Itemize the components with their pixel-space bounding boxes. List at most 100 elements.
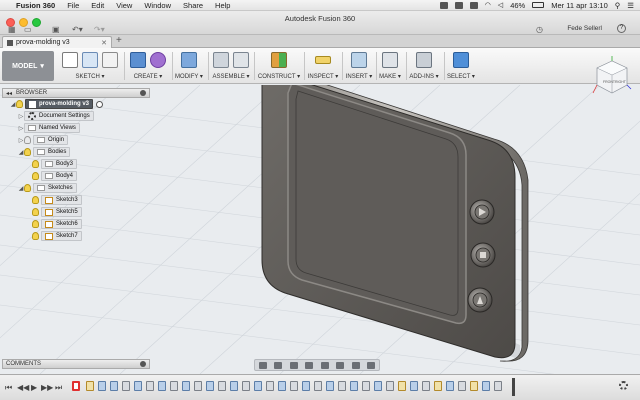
make-3d-print-icon[interactable] xyxy=(382,52,398,68)
go-to-end-icon[interactable]: ⏭ xyxy=(55,383,62,393)
timeline-feature-sketch[interactable] xyxy=(86,381,94,391)
timeline-feature-extrude[interactable] xyxy=(278,381,286,391)
timeline-feature-move[interactable] xyxy=(146,381,154,391)
viewcube[interactable]: FRONT RIGHT xyxy=(592,55,632,100)
timeline-feature-extrude[interactable] xyxy=(302,381,310,391)
menu-help[interactable]: Help xyxy=(209,1,236,10)
timeline-feature-extrude[interactable] xyxy=(230,381,238,391)
timeline-feature-extrude[interactable] xyxy=(374,381,382,391)
construct-plane-icon[interactable] xyxy=(271,52,287,68)
timeline-feature-sketch[interactable] xyxy=(434,381,442,391)
toolbar-group-modify[interactable]: MODIFY ▾ xyxy=(172,50,206,82)
sketch-stop-icon[interactable] xyxy=(102,52,118,68)
job-status-icon[interactable]: ◷ xyxy=(536,25,543,34)
collapse-icon[interactable]: ◂◂ xyxy=(6,90,12,97)
new-tab-button[interactable]: + xyxy=(116,35,122,46)
visibility-bulb-icon[interactable] xyxy=(32,232,39,240)
timeline-feature-extrude[interactable] xyxy=(446,381,454,391)
menu-edit[interactable]: Edit xyxy=(85,1,110,10)
timeline-feature-move[interactable] xyxy=(290,381,298,391)
timeline-feature-extrude[interactable] xyxy=(254,381,262,391)
assemble-joint-icon[interactable] xyxy=(233,52,249,68)
timeline-feature-extrude[interactable] xyxy=(350,381,358,391)
pin-icon[interactable] xyxy=(140,90,146,96)
help-icon[interactable]: ? xyxy=(617,24,626,33)
toolbar-group-select[interactable]: SELECT ▾ xyxy=(446,50,476,82)
document-tab[interactable]: prova-molding v3 ✕ xyxy=(2,36,112,48)
workspace-switcher[interactable]: MODEL ▾ xyxy=(2,51,54,81)
tree-root-node[interactable]: ◢ prova-molding v3 xyxy=(2,98,150,110)
data-panel-grid-icon[interactable]: ▦ xyxy=(8,25,16,34)
fit-icon[interactable] xyxy=(320,361,329,369)
modify-press-pull-icon[interactable] xyxy=(181,52,197,68)
redo-icon[interactable]: ↷▾ xyxy=(94,25,105,34)
toolbar-group-construct[interactable]: CONSTRUCT ▾ xyxy=(256,50,302,82)
toolbar-group-assemble[interactable]: ASSEMBLE ▾ xyxy=(210,50,252,82)
go-to-start-icon[interactable]: ⏮ xyxy=(5,383,12,393)
display-settings-icon[interactable] xyxy=(336,361,345,369)
viewports-icon[interactable] xyxy=(367,361,376,369)
timeline-feature-extrude[interactable] xyxy=(482,381,490,391)
close-tab-icon[interactable]: ✕ xyxy=(101,39,107,47)
visibility-bulb-icon[interactable] xyxy=(24,148,31,156)
menu-view[interactable]: View xyxy=(110,1,138,10)
toolbar-group-insert[interactable]: INSERT ▾ xyxy=(344,50,374,82)
tree-sketch6[interactable]: Sketch6 xyxy=(2,218,150,230)
battery-icon[interactable] xyxy=(532,2,545,8)
select-cursor-icon[interactable] xyxy=(453,52,469,68)
toolbar-group-sketch[interactable]: SKETCH ▾ xyxy=(60,50,120,82)
timeline-feature-move[interactable] xyxy=(362,381,370,391)
sketch-pencil-icon[interactable] xyxy=(62,52,78,68)
timeline-feature-move[interactable] xyxy=(386,381,394,391)
visibility-bulb-icon[interactable] xyxy=(32,208,39,216)
tree-sketch5[interactable]: Sketch5 xyxy=(2,206,150,218)
tree-bodies[interactable]: ◢ Bodies xyxy=(2,146,150,158)
spotlight-icon[interactable]: ⚲ xyxy=(615,1,621,10)
toolbar-group-create[interactable]: CREATE ▾ xyxy=(126,50,170,82)
toolbar-group-add-ins[interactable]: ADD-INS ▾ xyxy=(406,50,442,82)
save-icon[interactable]: ▣ xyxy=(52,25,60,34)
timeline-feature-sketch[interactable] xyxy=(398,381,406,391)
pan-icon[interactable] xyxy=(289,361,298,369)
play-icon[interactable]: ▶ xyxy=(31,383,37,392)
tree-sketches[interactable]: ◢ Sketches xyxy=(2,182,150,194)
datetime[interactable]: Mer 11 apr 13:10 xyxy=(551,1,608,10)
visibility-bulb-icon[interactable] xyxy=(24,184,31,192)
step-back-icon[interactable]: ◀◀ xyxy=(17,383,29,392)
timeline-feature-extrude[interactable] xyxy=(182,381,190,391)
file-menu-icon[interactable]: ▭ xyxy=(24,25,32,34)
timeline-feature-move[interactable] xyxy=(338,381,346,391)
look-at-icon[interactable] xyxy=(274,361,283,369)
create-box-icon[interactable] xyxy=(130,52,146,68)
browser-header[interactable]: ◂◂ BROWSER xyxy=(2,88,150,98)
menu-app-name[interactable]: Fusion 360 xyxy=(14,1,61,10)
timeline-feature-extrude[interactable] xyxy=(134,381,142,391)
menu-file[interactable]: File xyxy=(61,1,85,10)
visibility-bulb-icon[interactable] xyxy=(32,172,39,180)
wifi-icon[interactable]: ◠ xyxy=(485,1,491,9)
timeline-feature-move[interactable] xyxy=(242,381,250,391)
timeline-feature-move[interactable] xyxy=(122,381,130,391)
status-icon-2[interactable] xyxy=(454,1,463,9)
timeline-feature-selected[interactable] xyxy=(72,381,80,391)
status-icon-1[interactable] xyxy=(439,1,448,9)
timeline-feature-move[interactable] xyxy=(170,381,178,391)
tree-body4[interactable]: Body4 xyxy=(2,170,150,182)
toolbar-group-make[interactable]: MAKE ▾ xyxy=(376,50,404,82)
timeline-feature-move[interactable] xyxy=(266,381,274,391)
visibility-bulb-icon[interactable] xyxy=(32,160,39,168)
timeline-feature-move[interactable] xyxy=(314,381,322,391)
assemble-component-icon[interactable] xyxy=(213,52,229,68)
visibility-bulb-icon[interactable] xyxy=(32,220,39,228)
visibility-bulb-icon[interactable] xyxy=(32,196,39,204)
zoom-icon[interactable] xyxy=(305,361,314,369)
timeline-feature-move[interactable] xyxy=(194,381,202,391)
menu-share[interactable]: Share xyxy=(177,1,209,10)
inspect-measure-icon[interactable] xyxy=(315,56,331,64)
timeline-feature-extrude[interactable] xyxy=(410,381,418,391)
volume-icon[interactable]: ◁ xyxy=(498,1,503,9)
sketch-undo-icon[interactable] xyxy=(82,52,98,68)
active-radio-icon[interactable] xyxy=(96,100,104,108)
timeline-marker[interactable] xyxy=(512,378,515,396)
orbit-icon[interactable] xyxy=(258,361,267,369)
